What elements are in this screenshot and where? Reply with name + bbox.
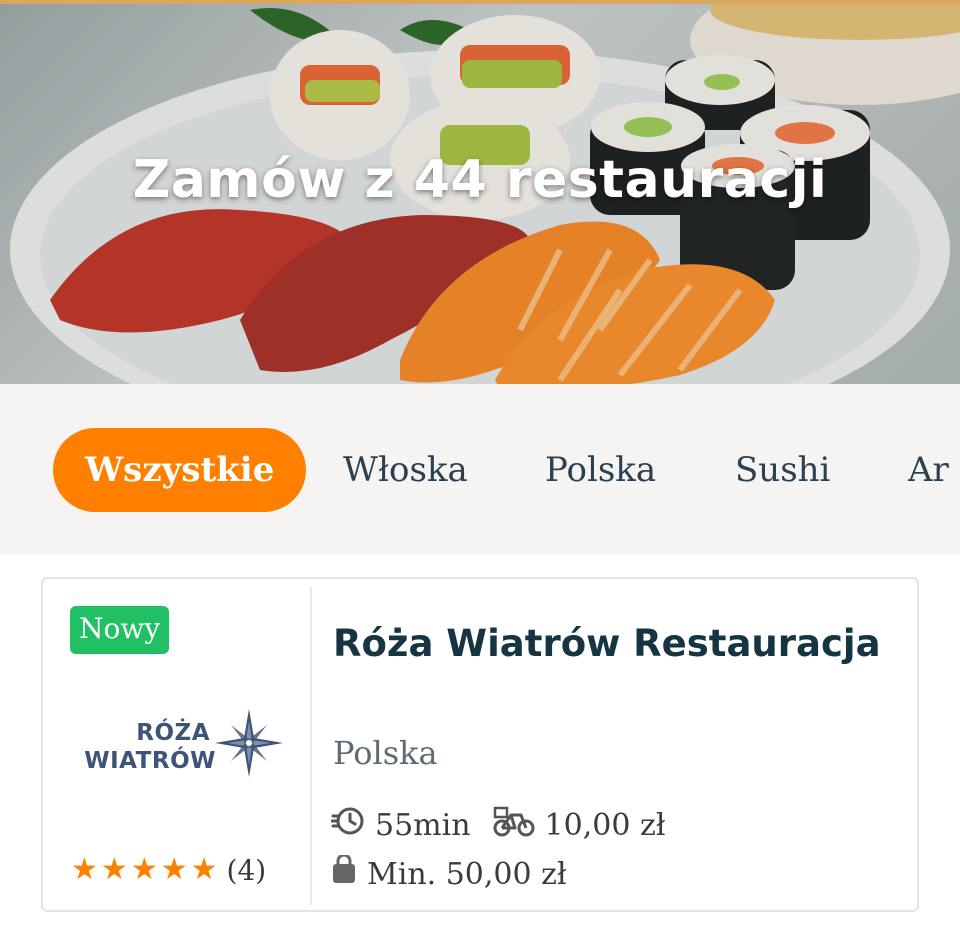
compass-rose-icon xyxy=(215,709,283,777)
min-order: Min. 50,00 zł xyxy=(367,856,567,892)
star-icon: ★ xyxy=(71,852,98,887)
star-icon: ★ xyxy=(190,852,218,887)
cuisine-filter-bar: Wszystkie Włoska Polska Sushi Ar xyxy=(0,384,960,554)
logo-line-1: RÓŻA xyxy=(136,720,210,746)
min-order-row: Min. 50,00 zł xyxy=(331,853,567,893)
delivery-fee: 10,00 zł xyxy=(544,807,666,843)
delivery-info-row: 55min 10,00 zł xyxy=(329,805,666,845)
filter-chip-wloska[interactable]: Włoska xyxy=(343,428,468,512)
rating: ★ ★ ★ ★ ★ (4) xyxy=(71,853,266,887)
card-divider xyxy=(310,587,312,905)
delivery-time: 55min xyxy=(375,807,471,843)
star-icon: ★ xyxy=(130,852,158,887)
restaurant-card[interactable]: Nowy RÓŻA WIATRÓW ★ ★ ★ ★ ★ (4) Róża Wia… xyxy=(41,577,919,912)
filter-chip-more[interactable]: Ar xyxy=(908,428,949,512)
hero-top-border xyxy=(0,0,960,4)
rating-count: (4) xyxy=(226,853,267,887)
hero-title: Zamów z 44 restauracji xyxy=(132,150,828,210)
shopping-bag-icon xyxy=(331,853,357,893)
filter-chip-sushi[interactable]: Sushi xyxy=(735,428,830,512)
hero-banner: Zamów z 44 restauracji xyxy=(0,0,960,384)
logo-wordmark: RÓŻA WIATRÓW xyxy=(71,719,216,775)
star-icon: ★ xyxy=(160,852,188,887)
restaurant-cuisine: Polska xyxy=(333,734,438,772)
restaurant-name[interactable]: Róża Wiatrów Restauracja xyxy=(333,615,893,673)
filter-chip-polska[interactable]: Polska xyxy=(545,428,656,512)
star-icon: ★ xyxy=(100,852,128,887)
new-badge: Nowy xyxy=(70,606,170,654)
clock-fast-icon xyxy=(329,806,365,844)
restaurant-logo: RÓŻA WIATRÓW xyxy=(71,707,291,787)
delivery-bike-icon xyxy=(493,805,535,845)
filter-chip-wszystkie[interactable]: Wszystkie xyxy=(53,428,307,512)
logo-line-2: WIATRÓW xyxy=(84,748,216,774)
